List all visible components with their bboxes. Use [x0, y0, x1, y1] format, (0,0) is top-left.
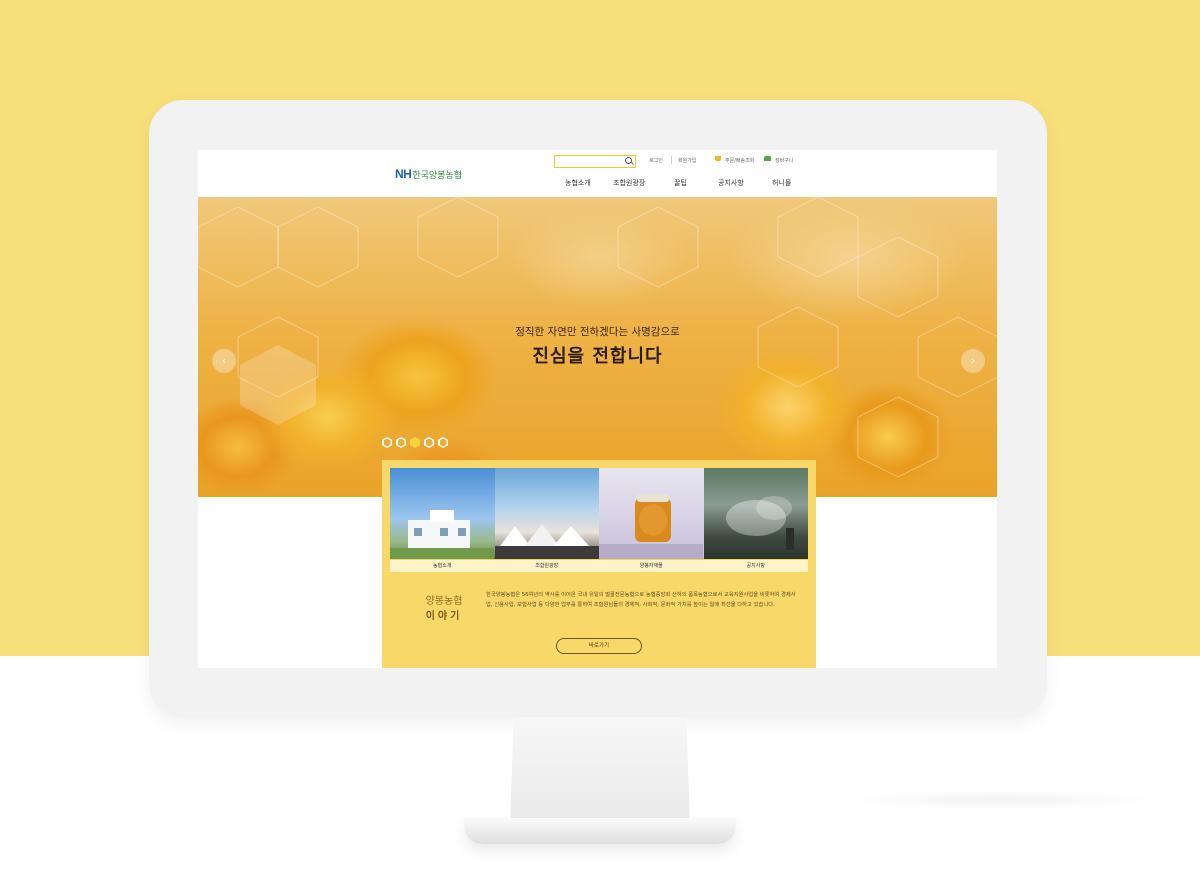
next-slide-button[interactable]: ›	[961, 349, 985, 373]
card-label: 공지사항	[703, 559, 808, 572]
smoke-illustration	[725, 496, 794, 550]
login-link[interactable]: 로그인	[649, 157, 663, 164]
chevron-right-icon: ›	[970, 354, 976, 367]
story-title-line2: 이야기	[425, 611, 463, 622]
tents-illustration	[494, 524, 599, 560]
prev-slide-button[interactable]: ‹	[212, 349, 236, 373]
logo-name: 한국양봉농협	[412, 170, 463, 180]
card-members[interactable]: 조합원광장	[494, 468, 599, 572]
card-image-festival	[494, 468, 599, 560]
delivery-cart-icon	[715, 156, 721, 161]
card-about[interactable]: 농협소개	[390, 468, 495, 572]
cart-link[interactable]: 장바구니	[775, 157, 793, 164]
card-supplies[interactable]: 양봉자재몰	[599, 468, 704, 572]
building-illustration	[390, 510, 494, 560]
chevron-left-icon: ‹	[221, 354, 227, 367]
website-screen: NH 한국양봉농협 로그인 회원가입 주문/배송조회 장바구니 농협소개 조합원…	[198, 150, 997, 668]
honey-jar-illustration	[599, 494, 703, 560]
card-image-building	[390, 468, 495, 560]
nav-item-tips[interactable]: 꿀팁	[674, 178, 687, 188]
slide-dot[interactable]	[424, 437, 434, 448]
story-panel: 농협소개 조합원광장 양봉자재몰 공지사항 양봉농협 이야기 한국양봉농협은 5…	[382, 460, 816, 668]
order-lookup-link[interactable]: 주문/배송조회	[725, 157, 754, 164]
basket-icon	[764, 156, 771, 161]
monitor-stand-base	[464, 818, 736, 844]
join-link[interactable]: 회원가입	[678, 157, 696, 164]
nav-item-honeymall[interactable]: 허니몰	[772, 178, 791, 188]
site-logo[interactable]: NH 한국양봉농협	[395, 167, 462, 181]
nav-item-members[interactable]: 조합원광장	[613, 178, 645, 188]
card-image-honey-jar	[599, 468, 704, 560]
card-label: 양봉자재몰	[599, 559, 704, 572]
slide-dot-active[interactable]	[410, 437, 420, 448]
slide-dot[interactable]	[382, 437, 392, 448]
hero-title: 진심을 전합니다	[532, 346, 663, 367]
quick-links: 농협소개 조합원광장 양봉자재몰 공지사항	[390, 468, 808, 572]
slide-dot[interactable]	[396, 437, 406, 448]
monitor-shadow	[840, 790, 1160, 810]
card-label: 조합원광장	[494, 559, 599, 572]
search-icon[interactable]	[625, 157, 632, 164]
monitor-stand-neck	[510, 717, 690, 827]
hero-slider: 정직한 자연만 전하겠다는 사명감으로 진심을 전합니다 ‹ ›	[198, 197, 997, 497]
slide-indicators	[382, 437, 448, 448]
slide-dot[interactable]	[438, 437, 448, 448]
story-description: 한국양봉농협은 56여년의 역사를 이어온 국내 유일의 벌꿀전문농협으로 농협…	[486, 592, 796, 608]
card-image-beekeeper	[703, 468, 808, 560]
hero-subtitle: 정직한 자연만 전하겠다는 사명감으로	[515, 326, 680, 338]
search-input[interactable]	[554, 155, 636, 168]
card-notice[interactable]: 공지사항	[703, 468, 808, 572]
card-label: 농협소개	[390, 559, 495, 572]
logo-mark: NH	[395, 167, 412, 181]
nav-item-about[interactable]: 농협소개	[565, 178, 591, 188]
nav-item-notice[interactable]: 공지사항	[718, 178, 744, 188]
story-title-line1: 양봉농협	[425, 596, 463, 607]
util-divider	[671, 156, 672, 164]
go-button[interactable]: 바로가기	[556, 638, 642, 654]
